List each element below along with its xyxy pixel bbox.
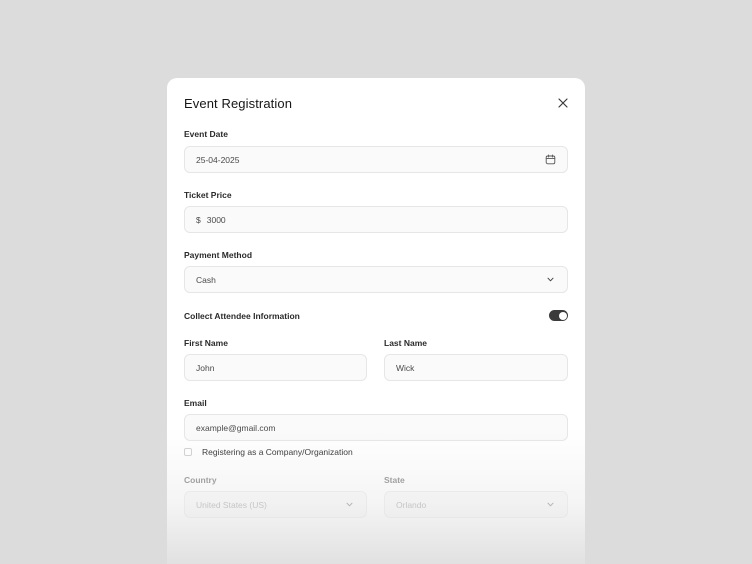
payment-method-value: Cash bbox=[196, 274, 216, 285]
last-name-value: Wick bbox=[396, 362, 415, 373]
company-checkbox[interactable] bbox=[184, 448, 192, 456]
first-name-label: First Name bbox=[184, 338, 228, 348]
country-select[interactable]: United States (US) bbox=[184, 491, 367, 518]
email-placeholder: example@gmail.com bbox=[196, 422, 276, 433]
close-icon bbox=[558, 98, 568, 108]
first-name-field[interactable]: John bbox=[184, 354, 367, 381]
calendar-icon[interactable] bbox=[545, 154, 556, 165]
toggle-knob bbox=[558, 311, 567, 320]
payment-method-label: Payment Method bbox=[184, 250, 253, 260]
chevron-down-icon bbox=[545, 499, 556, 510]
dialog-title: Event Registration bbox=[184, 96, 293, 111]
collect-attendee-label: Collect Attendee Information bbox=[184, 311, 300, 321]
close-button[interactable] bbox=[557, 97, 569, 109]
ticket-price-field[interactable]: $ 3000 bbox=[184, 206, 568, 233]
first-name-value: John bbox=[196, 362, 215, 373]
collect-attendee-toggle[interactable] bbox=[549, 310, 568, 321]
event-date-label: Event Date bbox=[184, 129, 228, 139]
country-value: United States (US) bbox=[196, 499, 267, 510]
country-label: Country bbox=[184, 475, 217, 485]
company-checkbox-label: Registering as a Company/Organization bbox=[202, 447, 353, 457]
payment-method-select[interactable]: Cash bbox=[184, 266, 568, 293]
currency-symbol: $ bbox=[196, 214, 201, 225]
ticket-price-value: 3000 bbox=[206, 214, 226, 225]
email-field[interactable]: example@gmail.com bbox=[184, 414, 568, 441]
chevron-down-icon bbox=[344, 499, 355, 510]
last-name-field[interactable]: Wick bbox=[384, 354, 568, 381]
email-label: Email bbox=[184, 398, 207, 408]
event-date-field[interactable]: 25-04-2025 bbox=[184, 146, 568, 173]
ticket-price-label: Ticket Price bbox=[184, 190, 232, 200]
state-select[interactable]: Orlando bbox=[384, 491, 568, 518]
chevron-down-icon bbox=[545, 274, 556, 285]
state-value: Orlando bbox=[396, 499, 427, 510]
event-date-value: 25-04-2025 bbox=[196, 154, 240, 165]
last-name-label: Last Name bbox=[384, 338, 427, 348]
state-label: State bbox=[384, 475, 405, 485]
event-registration-dialog: Event Registration Event Date 25-04-2025… bbox=[167, 78, 585, 564]
